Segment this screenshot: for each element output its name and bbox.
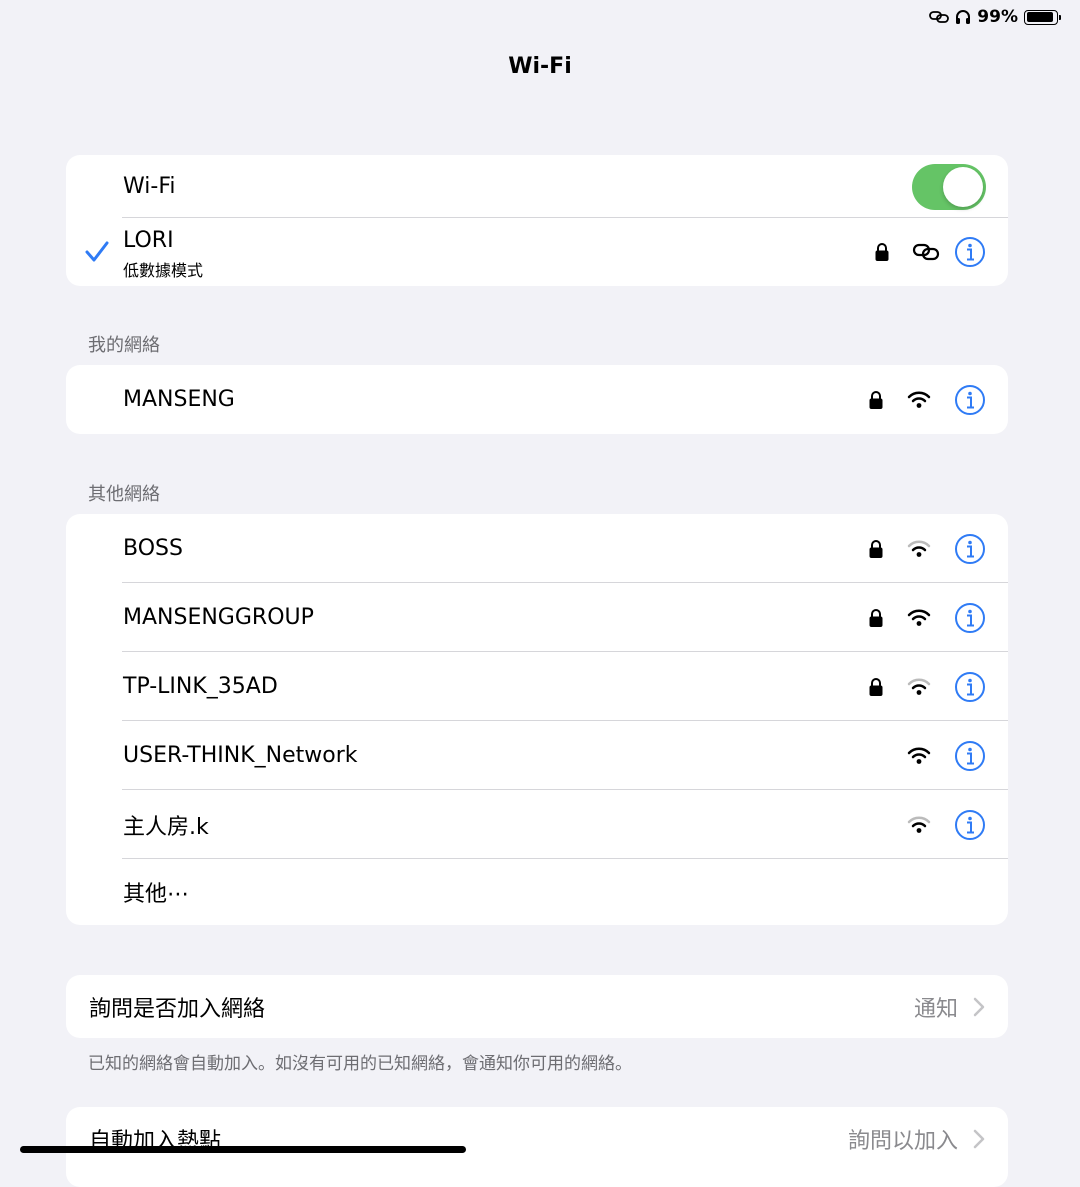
info-icon[interactable] xyxy=(954,533,986,565)
network-row-mansenggroup[interactable]: MANSENGGROUP xyxy=(66,583,1008,652)
other-networks-group: BOSS MANSENGGROUP TP-LINK_35AD USER-THIN… xyxy=(66,514,1008,925)
connected-network-row[interactable]: LORI 低數據模式 xyxy=(66,218,1008,286)
info-icon[interactable] xyxy=(954,236,986,268)
info-icon[interactable] xyxy=(954,384,986,416)
ask-to-join-footnote: 已知的網絡會自動加入。如沒有可用的已知網絡，會通知你可用的網絡。 xyxy=(88,1054,632,1074)
ask-to-join-row[interactable]: 詢問是否加入網絡 通知 xyxy=(66,975,1008,1038)
info-icon[interactable] xyxy=(954,671,986,703)
wifi-group: Wi-Fi LORI 低數據模式 xyxy=(66,155,1008,286)
lock-icon xyxy=(875,243,889,261)
info-icon[interactable] xyxy=(954,809,986,841)
network-name: 主人房.k xyxy=(123,814,209,840)
status-bar: 99% xyxy=(929,7,1061,27)
lock-icon xyxy=(869,390,883,409)
other-network-row[interactable]: 其他⋯ xyxy=(66,859,1008,925)
lock-icon xyxy=(869,539,883,558)
wifi-toggle-label: Wi-Fi xyxy=(123,174,176,199)
network-name: USER-THINK_Network xyxy=(123,743,358,768)
wifi-signal-icon xyxy=(907,540,931,557)
connected-network-name: LORI xyxy=(123,228,174,253)
headphones-icon xyxy=(956,10,971,24)
network-row-master-room[interactable]: 主人房.k xyxy=(66,790,1008,859)
home-indicator xyxy=(20,1146,466,1153)
info-icon[interactable] xyxy=(954,602,986,634)
checkmark-icon xyxy=(85,241,109,262)
network-name: MANSENGGROUP xyxy=(123,605,314,630)
wifi-signal-icon xyxy=(907,816,931,833)
wifi-signal-icon xyxy=(907,678,931,695)
wifi-toggle-row: Wi-Fi xyxy=(66,155,1008,218)
my-networks-header: 我的網絡 xyxy=(88,335,160,356)
page-title: Wi-Fi xyxy=(508,54,572,79)
ask-to-join-value: 通知 xyxy=(913,996,958,1022)
chevron-right-icon xyxy=(973,1129,985,1149)
ask-to-join-label: 詢問是否加入網絡 xyxy=(89,996,266,1022)
ask-to-join-group: 詢問是否加入網絡 通知 xyxy=(66,975,1008,1038)
auto-join-hotspot-row[interactable]: 自動加入熱點 詢問以加入 xyxy=(66,1107,1008,1171)
auto-join-hotspot-value: 詢問以加入 xyxy=(847,1129,958,1154)
network-row-manseng[interactable]: MANSENG xyxy=(66,365,1008,434)
wifi-signal-icon xyxy=(907,391,931,408)
battery-percent: 99% xyxy=(977,7,1018,27)
chevron-right-icon xyxy=(973,997,985,1016)
wifi-signal-icon xyxy=(907,747,931,764)
personal-hotspot-link-icon xyxy=(912,243,940,261)
toggle-knob xyxy=(943,166,983,207)
lock-icon xyxy=(869,677,883,696)
lock-icon xyxy=(869,608,883,627)
network-name: TP-LINK_35AD xyxy=(123,674,278,699)
network-name: BOSS xyxy=(123,536,183,561)
wifi-toggle[interactable] xyxy=(912,163,986,210)
info-icon[interactable] xyxy=(954,740,986,772)
other-network-label: 其他⋯ xyxy=(123,882,190,907)
network-row-tp-link[interactable]: TP-LINK_35AD xyxy=(66,652,1008,721)
link-icon xyxy=(929,11,950,23)
connected-network-subtitle: 低數據模式 xyxy=(123,261,204,280)
wifi-signal-icon xyxy=(907,609,931,626)
other-networks-header: 其他網絡 xyxy=(88,484,160,505)
my-networks-group: MANSENG xyxy=(66,365,1008,434)
battery-icon xyxy=(1024,9,1061,25)
network-row-user-think[interactable]: USER-THINK_Network xyxy=(66,721,1008,790)
network-name: MANSENG xyxy=(123,387,235,412)
network-row-boss[interactable]: BOSS xyxy=(66,514,1008,583)
